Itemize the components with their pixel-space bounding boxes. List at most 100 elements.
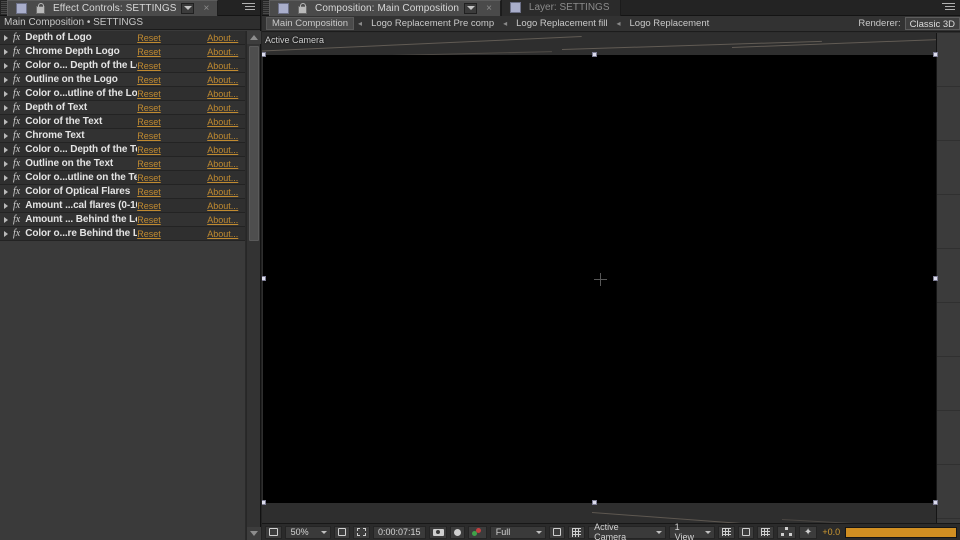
panel-menu-icon[interactable] [242,3,255,13]
reset-link[interactable]: Reset [137,33,207,43]
tab-effect-controls[interactable]: Effect Controls: SETTINGS × [7,0,219,16]
disclosure-triangle-icon[interactable] [4,104,8,111]
effect-row[interactable]: fx Color o...utline on the Text Reset About… [0,171,245,185]
comp-flowchart-button[interactable] [777,525,796,539]
about-link[interactable]: About... [207,47,239,57]
disclosure-triangle-icon[interactable] [4,216,8,223]
camera-view-select[interactable]: Active Camera [588,522,666,540]
reset-link[interactable]: Reset [137,131,207,141]
about-link[interactable]: About... [207,215,239,225]
choose-grid-guides-button[interactable] [333,525,351,539]
reset-link[interactable]: Reset [137,145,207,155]
disclosure-triangle-icon[interactable] [4,160,8,167]
about-link[interactable]: About... [207,75,239,85]
reset-link[interactable]: Reset [137,229,207,239]
region-of-interest-button[interactable] [548,525,566,539]
effects-scrollbar[interactable] [246,31,261,540]
effect-row[interactable]: fx Color o...re Behind the LogoResetAbout… [0,227,245,241]
breadcrumb-item[interactable]: Logo Replacement [625,17,715,30]
effect-row[interactable]: fx Outline on the Logo Reset About... [0,73,245,87]
reset-link[interactable]: Reset [137,75,207,85]
effect-row[interactable]: fx Color o... Depth of the LogoResetAbout… [0,59,245,73]
current-time-field[interactable]: 0:00:07:15 [373,525,426,539]
about-link[interactable]: About... [207,103,239,113]
scroll-down-button[interactable] [247,527,261,540]
effect-row[interactable]: fx Color o... Depth of the Text Reset About… [0,143,245,157]
about-link[interactable]: About... [207,61,239,71]
effect-row[interactable]: fx Color of Optical Flares Reset About... [0,185,245,199]
disclosure-triangle-icon[interactable] [4,188,8,195]
disclosure-triangle-icon[interactable] [4,202,8,209]
about-link[interactable]: About... [207,89,239,99]
disclosure-triangle-icon[interactable] [4,62,8,69]
reset-link[interactable]: Reset [137,187,207,197]
effect-row[interactable]: fx Chrome Text Reset About... [0,129,245,143]
tab-dropdown-button[interactable] [181,2,195,14]
disclosure-triangle-icon[interactable] [4,146,8,153]
reset-link[interactable]: Reset [137,47,207,57]
toggle-mask-shape-visibility-button[interactable] [353,525,371,539]
resolution-select[interactable]: Full [489,525,546,539]
disclosure-triangle-icon[interactable] [4,230,8,237]
about-link[interactable]: About... [207,117,239,127]
about-link[interactable]: About... [207,229,239,239]
scrollbar-thumb[interactable] [249,46,259,241]
reset-link[interactable]: Reset [137,89,207,99]
about-link[interactable]: About... [207,131,239,141]
effect-row[interactable]: fx Color o...utline of the Logo Reset About… [0,87,245,101]
take-snapshot-button[interactable] [428,525,448,539]
effect-row[interactable]: fx Depth of Logo Reset About... [0,31,245,45]
view-layout-select[interactable]: 1 View [668,522,716,540]
disclosure-triangle-icon[interactable] [4,48,8,55]
reset-link[interactable]: Reset [137,117,207,127]
effect-row[interactable]: fx Amount ...cal flares (0-100)ResetAbout… [0,199,245,213]
about-link[interactable]: About... [207,33,239,43]
breadcrumb-item[interactable]: Logo Replacement fill [511,17,612,30]
about-link[interactable]: About... [207,159,239,169]
panel-menu-icon[interactable] [942,3,955,13]
show-snapshot-button[interactable] [450,525,466,539]
breadcrumb-item[interactable]: Main Composition [266,17,355,30]
reset-exposure-button[interactable]: ✦ [798,525,818,539]
pixel-aspect-correction-button[interactable] [718,525,735,539]
effect-row[interactable]: fx Amount ... Behind the LogoResetAbout..… [0,213,245,227]
disclosure-triangle-icon[interactable] [4,118,8,125]
tab-layer-settings[interactable]: Layer: SETTINGS [500,0,621,16]
lock-icon[interactable] [34,2,45,14]
about-link[interactable]: About... [207,187,239,197]
adjacent-panel-strip[interactable] [936,33,960,523]
reset-link[interactable]: Reset [137,159,207,169]
reset-link[interactable]: Reset [137,173,207,183]
close-icon[interactable]: × [199,3,213,14]
disclosure-triangle-icon[interactable] [4,132,8,139]
disclosure-triangle-icon[interactable] [4,174,8,181]
composition-viewer[interactable]: Active Camera [262,33,960,523]
breadcrumb-item[interactable]: Logo Replacement Pre comp [366,17,499,30]
tab-dropdown-button[interactable] [464,2,478,14]
disclosure-triangle-icon[interactable] [4,76,8,83]
reset-link[interactable]: Reset [137,61,207,71]
effect-row[interactable]: fx Depth of Text Reset About... [0,101,245,115]
about-link[interactable]: About... [207,173,239,183]
tab-composition[interactable]: Composition: Main Composition × [269,0,501,16]
reset-link[interactable]: Reset [137,103,207,113]
timeline-button[interactable] [757,525,775,539]
panel-grip-handle[interactable] [1,0,7,15]
composition-canvas[interactable] [263,55,937,503]
disclosure-triangle-icon[interactable] [4,90,8,97]
show-channel-button[interactable] [468,525,487,539]
panel-grip-handle[interactable] [263,0,269,15]
reset-link[interactable]: Reset [137,215,207,225]
scroll-up-button[interactable] [247,31,261,44]
magnification-select[interactable]: 50% [284,525,331,539]
about-link[interactable]: About... [207,145,239,155]
effect-row[interactable]: fx Outline on the Text Reset About... [0,157,245,171]
close-icon[interactable]: × [482,3,496,14]
effect-row[interactable]: fx Color of the Text Reset About... [0,115,245,129]
about-link[interactable]: About... [207,201,239,211]
always-preview-this-view-button[interactable] [265,525,282,539]
renderer-value[interactable]: Classic 3D [904,17,960,30]
exposure-value[interactable]: +0.0 [820,527,842,537]
renderer-control[interactable]: Renderer: Classic 3D [858,17,960,30]
reset-link[interactable]: Reset [137,201,207,211]
